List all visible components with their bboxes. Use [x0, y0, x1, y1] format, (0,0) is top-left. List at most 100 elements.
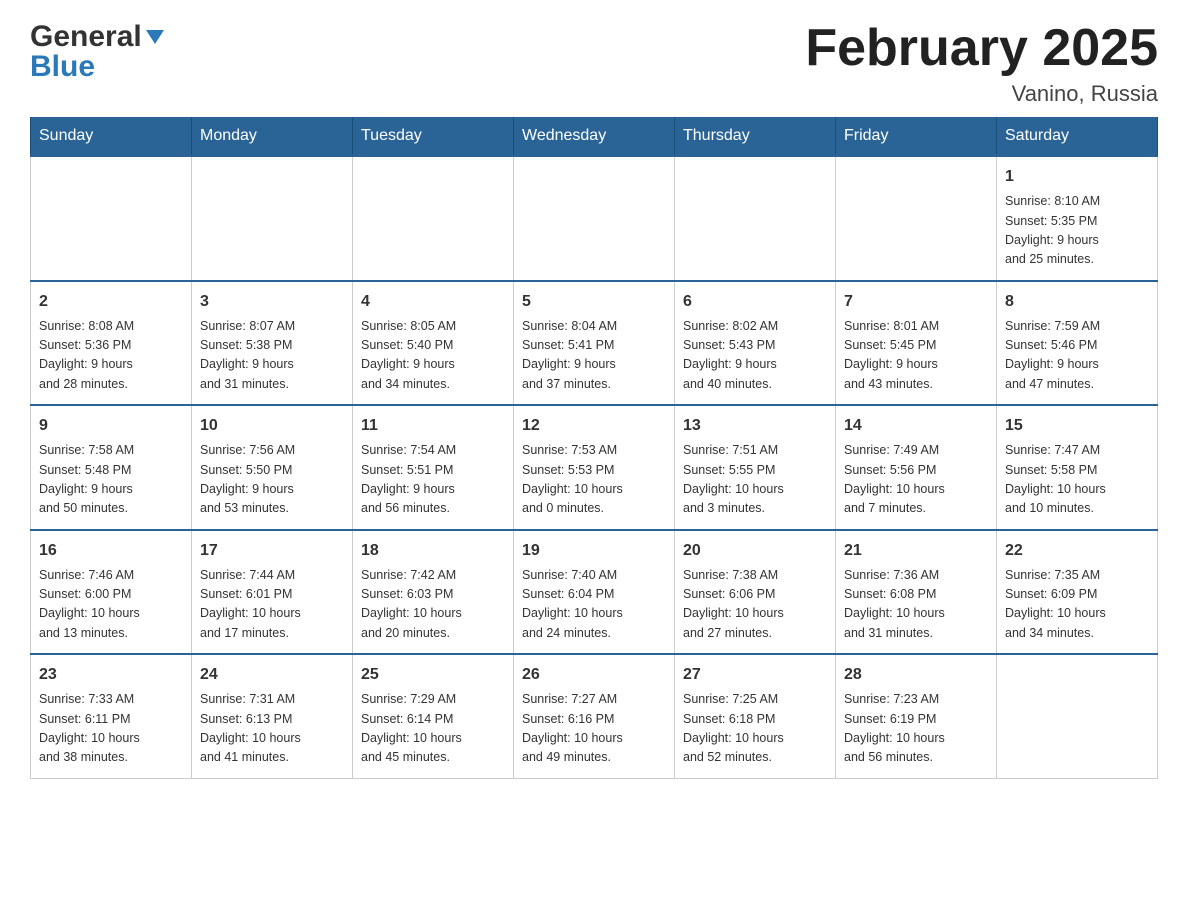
- day-info: Sunrise: 7:54 AM Sunset: 5:51 PM Dayligh…: [361, 441, 505, 519]
- calendar-cell: 21 Sunrise: 7:36 AM Sunset: 6:08 PM Dayli…: [836, 530, 997, 655]
- day-number: 24: [200, 663, 344, 687]
- calendar-cell: [514, 156, 675, 281]
- calendar-title: February 2025: [805, 20, 1158, 77]
- day-info: Sunrise: 8:08 AM Sunset: 5:36 PM Dayligh…: [39, 317, 183, 395]
- calendar-cell: [353, 156, 514, 281]
- day-info: Sunrise: 7:40 AM Sunset: 6:04 PM Dayligh…: [522, 566, 666, 644]
- day-info: Sunrise: 7:47 AM Sunset: 5:58 PM Dayligh…: [1005, 441, 1149, 519]
- day-info: Sunrise: 7:27 AM Sunset: 6:16 PM Dayligh…: [522, 690, 666, 768]
- day-number: 27: [683, 663, 827, 687]
- calendar-cell: 11 Sunrise: 7:54 AM Sunset: 5:51 PM Dayli…: [353, 405, 514, 530]
- calendar-cell: 2 Sunrise: 8:08 AM Sunset: 5:36 PM Daylig…: [31, 281, 192, 406]
- day-number: 26: [522, 663, 666, 687]
- calendar-cell: [675, 156, 836, 281]
- day-number: 18: [361, 539, 505, 563]
- day-number: 10: [200, 414, 344, 438]
- logo-arrow-icon: [144, 26, 166, 53]
- weekday-header-friday: Friday: [836, 117, 997, 156]
- day-number: 7: [844, 290, 988, 314]
- calendar-cell: 22 Sunrise: 7:35 AM Sunset: 6:09 PM Dayli…: [997, 530, 1158, 655]
- day-info: Sunrise: 7:25 AM Sunset: 6:18 PM Dayligh…: [683, 690, 827, 768]
- day-number: 28: [844, 663, 988, 687]
- calendar-cell: 28 Sunrise: 7:23 AM Sunset: 6:19 PM Dayli…: [836, 654, 997, 778]
- day-number: 17: [200, 539, 344, 563]
- calendar-cell: 17 Sunrise: 7:44 AM Sunset: 6:01 PM Dayli…: [192, 530, 353, 655]
- day-info: Sunrise: 7:46 AM Sunset: 6:00 PM Dayligh…: [39, 566, 183, 644]
- day-number: 4: [361, 290, 505, 314]
- calendar-cell: 14 Sunrise: 7:49 AM Sunset: 5:56 PM Dayli…: [836, 405, 997, 530]
- logo: General Blue: [30, 20, 166, 84]
- calendar-cell: 12Sunrise: 7:53 AM Sunset: 5:53 PM Dayli…: [514, 405, 675, 530]
- calendar-cell: [997, 654, 1158, 778]
- weekday-header-thursday: Thursday: [675, 117, 836, 156]
- day-number: 3: [200, 290, 344, 314]
- calendar-table: SundayMondayTuesdayWednesdayThursdayFrid…: [30, 117, 1158, 779]
- calendar-cell: 1Sunrise: 8:10 AM Sunset: 5:35 PM Daylig…: [997, 156, 1158, 281]
- day-number: 22: [1005, 539, 1149, 563]
- calendar-location: Vanino, Russia: [805, 81, 1158, 107]
- day-info: Sunrise: 7:42 AM Sunset: 6:03 PM Dayligh…: [361, 566, 505, 644]
- calendar-cell: 18 Sunrise: 7:42 AM Sunset: 6:03 PM Dayli…: [353, 530, 514, 655]
- day-info: Sunrise: 8:02 AM Sunset: 5:43 PM Dayligh…: [683, 317, 827, 395]
- day-number: 12: [522, 414, 666, 438]
- day-number: 14: [844, 414, 988, 438]
- calendar-week-2: 2 Sunrise: 8:08 AM Sunset: 5:36 PM Daylig…: [31, 281, 1158, 406]
- day-info: Sunrise: 7:23 AM Sunset: 6:19 PM Dayligh…: [844, 690, 988, 768]
- calendar-week-5: 23 Sunrise: 7:33 AM Sunset: 6:11 PM Dayli…: [31, 654, 1158, 778]
- title-block: February 2025 Vanino, Russia: [805, 20, 1158, 107]
- day-number: 23: [39, 663, 183, 687]
- day-number: 5: [522, 290, 666, 314]
- calendar-cell: 23 Sunrise: 7:33 AM Sunset: 6:11 PM Dayli…: [31, 654, 192, 778]
- page-header: General Blue February 2025 Vanino, Russi…: [30, 20, 1158, 107]
- day-info: Sunrise: 7:35 AM Sunset: 6:09 PM Dayligh…: [1005, 566, 1149, 644]
- day-info: Sunrise: 7:31 AM Sunset: 6:13 PM Dayligh…: [200, 690, 344, 768]
- calendar-cell: 19 Sunrise: 7:40 AM Sunset: 6:04 PM Dayli…: [514, 530, 675, 655]
- day-number: 9: [39, 414, 183, 438]
- weekday-header-saturday: Saturday: [997, 117, 1158, 156]
- day-info: Sunrise: 7:58 AM Sunset: 5:48 PM Dayligh…: [39, 441, 183, 519]
- calendar-cell: [31, 156, 192, 281]
- day-info: Sunrise: 7:59 AM Sunset: 5:46 PM Dayligh…: [1005, 317, 1149, 395]
- calendar-cell: 16 Sunrise: 7:46 AM Sunset: 6:00 PM Dayli…: [31, 530, 192, 655]
- calendar-cell: 10Sunrise: 7:56 AM Sunset: 5:50 PM Dayli…: [192, 405, 353, 530]
- day-info: Sunrise: 8:07 AM Sunset: 5:38 PM Dayligh…: [200, 317, 344, 395]
- logo-blue-text: Blue: [30, 50, 95, 84]
- weekday-header-monday: Monday: [192, 117, 353, 156]
- calendar-cell: 5Sunrise: 8:04 AM Sunset: 5:41 PM Daylig…: [514, 281, 675, 406]
- calendar-cell: 8Sunrise: 7:59 AM Sunset: 5:46 PM Daylig…: [997, 281, 1158, 406]
- day-info: Sunrise: 7:44 AM Sunset: 6:01 PM Dayligh…: [200, 566, 344, 644]
- day-number: 6: [683, 290, 827, 314]
- calendar-cell: 20 Sunrise: 7:38 AM Sunset: 6:06 PM Dayli…: [675, 530, 836, 655]
- day-info: Sunrise: 7:49 AM Sunset: 5:56 PM Dayligh…: [844, 441, 988, 519]
- day-info: Sunrise: 7:51 AM Sunset: 5:55 PM Dayligh…: [683, 441, 827, 519]
- calendar-cell: 6 Sunrise: 8:02 AM Sunset: 5:43 PM Daylig…: [675, 281, 836, 406]
- day-number: 15: [1005, 414, 1149, 438]
- calendar-cell: 7 Sunrise: 8:01 AM Sunset: 5:45 PM Daylig…: [836, 281, 997, 406]
- calendar-cell: 9 Sunrise: 7:58 AM Sunset: 5:48 PM Daylig…: [31, 405, 192, 530]
- day-info: Sunrise: 7:36 AM Sunset: 6:08 PM Dayligh…: [844, 566, 988, 644]
- calendar-cell: [192, 156, 353, 281]
- day-info: Sunrise: 8:01 AM Sunset: 5:45 PM Dayligh…: [844, 317, 988, 395]
- calendar-cell: 27 Sunrise: 7:25 AM Sunset: 6:18 PM Dayli…: [675, 654, 836, 778]
- calendar-cell: 24 Sunrise: 7:31 AM Sunset: 6:13 PM Dayli…: [192, 654, 353, 778]
- calendar-cell: 26 Sunrise: 7:27 AM Sunset: 6:16 PM Dayli…: [514, 654, 675, 778]
- day-number: 19: [522, 539, 666, 563]
- day-number: 20: [683, 539, 827, 563]
- calendar-week-4: 16 Sunrise: 7:46 AM Sunset: 6:00 PM Dayli…: [31, 530, 1158, 655]
- day-number: 11: [361, 414, 505, 438]
- day-info: Sunrise: 8:10 AM Sunset: 5:35 PM Dayligh…: [1005, 192, 1149, 270]
- day-info: Sunrise: 7:29 AM Sunset: 6:14 PM Dayligh…: [361, 690, 505, 768]
- calendar-cell: 15 Sunrise: 7:47 AM Sunset: 5:58 PM Dayli…: [997, 405, 1158, 530]
- day-number: 2: [39, 290, 183, 314]
- day-number: 21: [844, 539, 988, 563]
- calendar-week-3: 9 Sunrise: 7:58 AM Sunset: 5:48 PM Daylig…: [31, 405, 1158, 530]
- weekday-header-tuesday: Tuesday: [353, 117, 514, 156]
- day-info: Sunrise: 7:33 AM Sunset: 6:11 PM Dayligh…: [39, 690, 183, 768]
- logo-general-text: General: [30, 20, 142, 54]
- day-number: 16: [39, 539, 183, 563]
- weekday-header-sunday: Sunday: [31, 117, 192, 156]
- day-number: 13: [683, 414, 827, 438]
- day-info: Sunrise: 8:05 AM Sunset: 5:40 PM Dayligh…: [361, 317, 505, 395]
- day-number: 25: [361, 663, 505, 687]
- day-info: Sunrise: 7:38 AM Sunset: 6:06 PM Dayligh…: [683, 566, 827, 644]
